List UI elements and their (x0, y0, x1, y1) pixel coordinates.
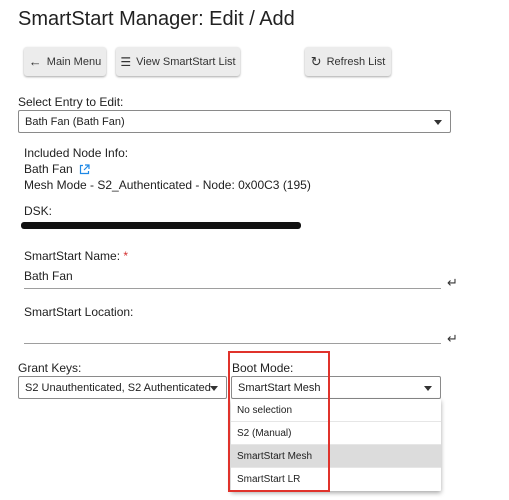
grant-keys-value: S2 Unauthenticated, S2 Authenticated (25, 381, 211, 394)
refresh-list-button[interactable]: ↻ Refresh List (305, 47, 391, 76)
list-icon: ☰ (120, 54, 132, 69)
main-menu-button[interactable]: ← Main Menu (24, 47, 106, 76)
grant-keys-label: Grant Keys: (18, 361, 82, 375)
smartstart-name-label: SmartStart Name: * (24, 249, 128, 263)
smartstart-name-label-text: SmartStart Name: (24, 249, 121, 263)
select-entry-dropdown[interactable]: Bath Fan (Bath Fan) (18, 110, 451, 133)
page-title: SmartStart Manager: Edit / Add (18, 8, 295, 30)
included-node-name-row: Bath Fan (24, 162, 90, 176)
smartstart-location-label: SmartStart Location: (24, 305, 134, 319)
chevron-down-icon (210, 385, 218, 391)
select-entry-value: Bath Fan (Bath Fan) (25, 115, 125, 128)
view-list-label: View SmartStart List (136, 55, 236, 68)
enter-icon[interactable]: ↵ (447, 275, 458, 291)
refresh-icon: ↻ (310, 54, 322, 69)
dsk-label: DSK: (24, 204, 53, 218)
smartstart-name-underline (24, 288, 441, 289)
included-node-details: Mesh Mode - S2_Authenticated - Node: 0x0… (24, 178, 311, 192)
main-menu-label: Main Menu (46, 55, 102, 68)
external-link-icon[interactable] (79, 163, 90, 175)
smartstart-location-underline (24, 343, 441, 344)
required-mark: * (123, 249, 129, 263)
smartstart-name-input[interactable]: Bath Fan (24, 269, 73, 283)
grant-keys-dropdown[interactable]: S2 Unauthenticated, S2 Authenticated (18, 376, 227, 399)
chevron-down-icon (424, 385, 432, 391)
included-node-label: Included Node Info: (24, 146, 129, 160)
included-node-name: Bath Fan (24, 162, 73, 176)
smartstart-location-input[interactable] (24, 325, 441, 341)
refresh-list-label: Refresh List (326, 55, 386, 68)
arrow-left-icon: ← (28, 54, 42, 69)
chevron-down-icon (434, 119, 442, 125)
enter-icon[interactable]: ↵ (447, 331, 458, 347)
highlight-box (228, 351, 330, 492)
select-entry-label: Select Entry to Edit: (18, 95, 124, 109)
view-smartstart-list-button[interactable]: ☰ View SmartStart List (116, 47, 240, 76)
dsk-redacted-value (21, 222, 301, 229)
